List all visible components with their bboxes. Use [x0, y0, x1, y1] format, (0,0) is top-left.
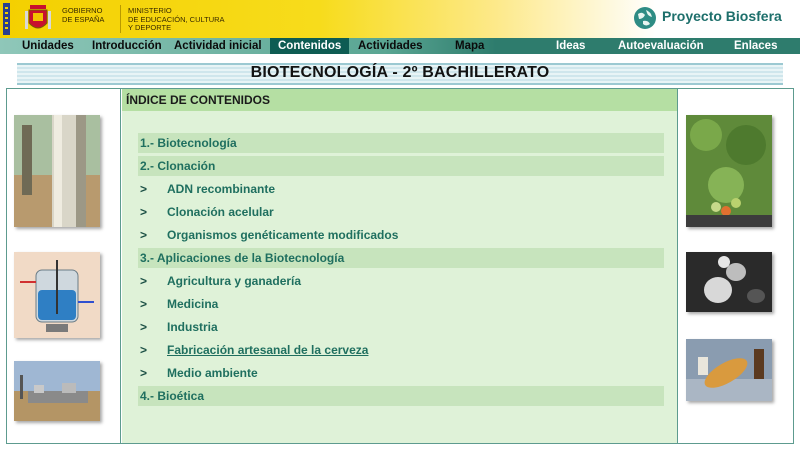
chevron-right-icon: >: [140, 297, 148, 311]
nav-enlaces[interactable]: Enlaces: [734, 38, 777, 54]
chevron-right-icon: >: [140, 182, 148, 196]
chevron-right-icon: >: [140, 228, 148, 242]
chevron-right-icon: >: [140, 274, 148, 288]
chevron-right-icon: >: [140, 343, 148, 357]
index-item-agricultura[interactable]: > Agricultura y ganadería: [138, 271, 664, 291]
chevron-right-icon: >: [140, 320, 148, 334]
index-panel: ÍNDICE DE CONTENIDOS 1.- Biotecnología 2…: [122, 89, 678, 443]
yeast-micrograph: [686, 252, 772, 312]
nav-autoevaluacion[interactable]: Autoevaluación: [618, 38, 704, 54]
index-item-clonacion-acelular[interactable]: > Clonación acelular: [138, 202, 664, 222]
index-item-label[interactable]: Clonación acelular: [167, 202, 274, 222]
index-item-label[interactable]: 2.- Clonación: [140, 156, 215, 176]
coat-of-arms-icon: [25, 5, 51, 29]
right-image-column: [677, 89, 793, 443]
index-item-label[interactable]: ADN recombinante: [167, 179, 275, 199]
chevron-right-icon: >: [140, 205, 148, 219]
index-item-label[interactable]: Medicina: [167, 294, 218, 314]
index-item-medio-ambiente[interactable]: > Medio ambiente: [138, 363, 664, 383]
index-item-clonacion[interactable]: 2.- Clonación: [138, 156, 664, 176]
brand-title[interactable]: Proyecto Biosfera: [662, 8, 782, 24]
eu-flag-icon: [3, 3, 10, 35]
header-divider: [120, 5, 121, 33]
index-item-industria[interactable]: > Industria: [138, 317, 664, 337]
ministry-label: MINISTERIO DE EDUCACIÓN, CULTURA Y DEPOR…: [128, 6, 225, 32]
bread-beer-photo: [686, 339, 772, 401]
header-banner: GOBIERNO DE ESPAÑA MINISTERIO DE EDUCACI…: [0, 0, 800, 38]
index-item-label[interactable]: Agricultura y ganadería: [167, 271, 301, 291]
chevron-right-icon: >: [140, 366, 148, 380]
index-item-label[interactable]: Organismos genéticamente modificados: [167, 225, 398, 245]
globe-icon: [634, 7, 656, 29]
index-item-medicina[interactable]: > Medicina: [138, 294, 664, 314]
bioreactor-diagram: [14, 252, 100, 338]
nav-actividad-inicial[interactable]: Actividad inicial: [174, 38, 262, 54]
index-item-ogm[interactable]: > Organismos genéticamente modificados: [138, 225, 664, 245]
page-title: BIOTECNOLOGÍA - 2º BACHILLERATO: [250, 64, 550, 81]
index-heading: ÍNDICE DE CONTENIDOS: [122, 89, 678, 111]
main-nav: Unidades Introducción Actividad inicial …: [0, 38, 800, 54]
index-item-bioetica[interactable]: 4.- Bioética: [138, 386, 664, 406]
nav-ideas[interactable]: Ideas: [556, 38, 585, 54]
nav-unidades[interactable]: Unidades: [22, 38, 74, 54]
index-item-biotecnologia[interactable]: 1.- Biotecnología: [138, 133, 664, 153]
government-label: GOBIERNO DE ESPAÑA: [62, 6, 105, 24]
nav-contenidos[interactable]: Contenidos: [270, 38, 350, 54]
tree-trunk-photo: [14, 115, 100, 227]
content-frame: ÍNDICE DE CONTENIDOS 1.- Biotecnología 2…: [6, 88, 794, 444]
index-item-label[interactable]: Medio ambiente: [167, 363, 258, 383]
index-item-cerveza[interactable]: > Fabricación artesanal de la cerveza: [138, 340, 664, 360]
tomato-plant-photo: [686, 115, 772, 227]
nav-mapa[interactable]: Mapa: [455, 38, 484, 54]
index-item-label[interactable]: 4.- Bioética: [140, 386, 204, 406]
nav-introduccion[interactable]: Introducción: [92, 38, 162, 54]
left-image-column: [7, 89, 121, 443]
cerveza-link[interactable]: Fabricación artesanal de la cerveza: [167, 340, 368, 360]
index-item-label[interactable]: 3.- Aplicaciones de la Biotecnología: [140, 248, 344, 268]
title-strip: BIOTECNOLOGÍA - 2º BACHILLERATO: [17, 63, 783, 85]
industrial-plant-photo: [14, 361, 100, 421]
index-item-label[interactable]: Industria: [167, 317, 218, 337]
nav-actividades[interactable]: Actividades: [358, 38, 423, 54]
index-item-label[interactable]: 1.- Biotecnología: [140, 133, 237, 153]
index-item-aplicaciones[interactable]: 3.- Aplicaciones de la Biotecnología: [138, 248, 664, 268]
index-item-adn-recombinante[interactable]: > ADN recombinante: [138, 179, 664, 199]
